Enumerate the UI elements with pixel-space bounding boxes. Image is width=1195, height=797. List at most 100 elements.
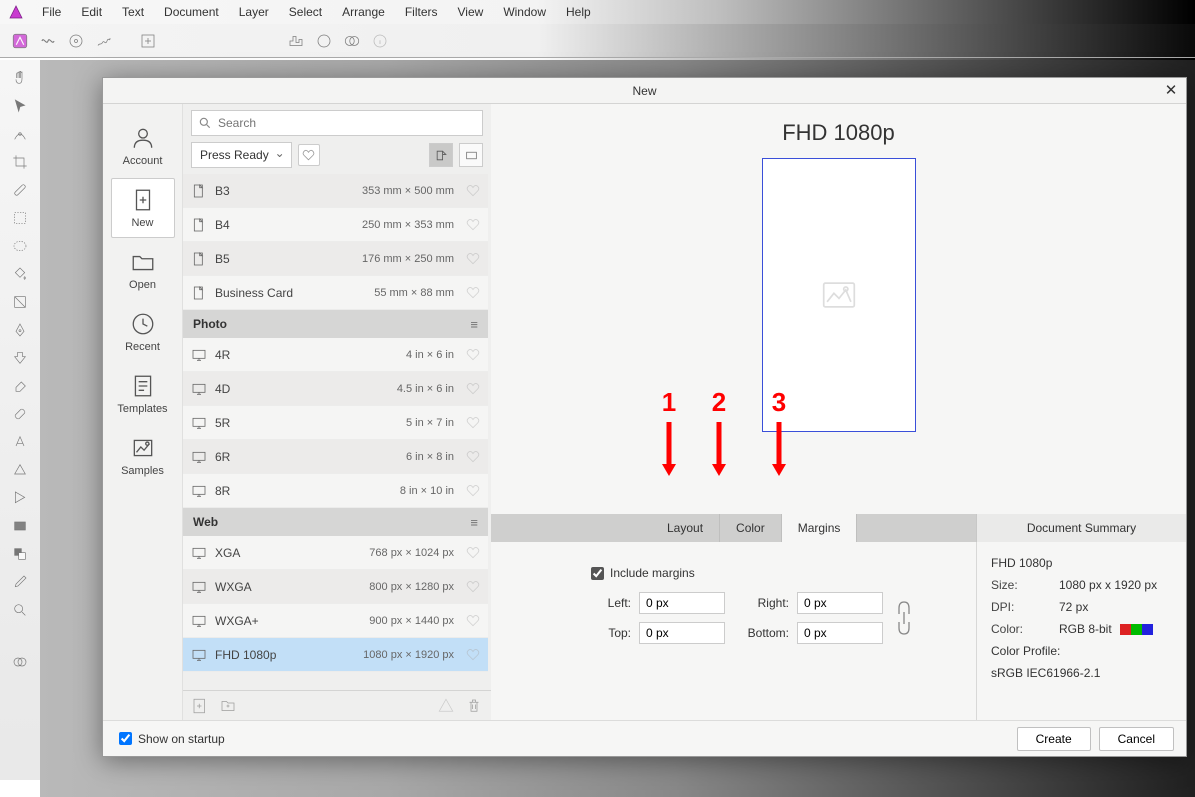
cancel-button[interactable]: Cancel xyxy=(1099,727,1174,751)
preset-item[interactable]: B3353 mm × 500 mm xyxy=(183,174,488,208)
dialog-left-nav: AccountNewOpenRecentTemplatesSamples xyxy=(103,104,183,720)
toolbar-persona-icon[interactable] xyxy=(8,29,32,53)
nav-open[interactable]: Open xyxy=(111,240,175,300)
create-button[interactable]: Create xyxy=(1017,727,1091,751)
preview-area: FHD 1080p 123 xyxy=(491,104,1186,514)
menu-select[interactable]: Select xyxy=(279,2,332,22)
toolbar-channels-icon[interactable] xyxy=(340,29,364,53)
list-view-button[interactable] xyxy=(429,143,453,167)
search-field[interactable] xyxy=(218,116,476,130)
tab-margins[interactable]: Margins xyxy=(782,514,858,542)
image-placeholder-icon xyxy=(822,281,856,309)
quickmask-icon[interactable] xyxy=(10,652,30,672)
add-category-icon[interactable] xyxy=(219,697,237,715)
section-menu-icon[interactable]: ≡ xyxy=(470,317,478,332)
hand-tool-icon[interactable] xyxy=(10,68,30,88)
preset-item[interactable]: XGA768 px × 1024 px xyxy=(183,536,488,570)
selection-tool-icon[interactable] xyxy=(10,208,30,228)
nav-account[interactable]: Account xyxy=(111,116,175,176)
grid-view-button[interactable] xyxy=(459,143,483,167)
trash-icon[interactable] xyxy=(465,697,483,715)
toolbar-info-icon[interactable] xyxy=(368,29,392,53)
toolbar-export-icon[interactable] xyxy=(136,29,160,53)
menu-file[interactable]: File xyxy=(32,2,71,22)
margin-right-input[interactable] xyxy=(797,592,883,614)
color-swatch xyxy=(1142,624,1153,635)
brush-tool-icon[interactable] xyxy=(10,180,30,200)
include-margins-checkbox[interactable] xyxy=(591,567,604,580)
preset-item[interactable]: B4250 mm × 353 mm xyxy=(183,208,488,242)
preset-item[interactable]: 5R5 in × 7 in xyxy=(183,406,488,440)
healing-tool-icon[interactable] xyxy=(10,404,30,424)
menu-layer[interactable]: Layer xyxy=(229,2,279,22)
color-tool-icon[interactable] xyxy=(10,544,30,564)
shape-tool-icon[interactable] xyxy=(10,460,30,480)
color-swatch xyxy=(1131,624,1142,635)
screen-icon xyxy=(191,483,207,499)
ellipse-select-icon[interactable] xyxy=(10,236,30,256)
preset-item[interactable]: 8R8 in × 10 in xyxy=(183,474,488,508)
preset-item[interactable]: 6R6 in × 8 in xyxy=(183,440,488,474)
menu-view[interactable]: View xyxy=(448,2,494,22)
toolbar-liquify-icon[interactable] xyxy=(36,29,60,53)
move-tool-icon[interactable] xyxy=(10,96,30,116)
preset-item[interactable]: WXGA+900 px × 1440 px xyxy=(183,604,488,638)
pen-tool-icon[interactable] xyxy=(10,320,30,340)
preset-list[interactable]: B3353 mm × 500 mmB4250 mm × 353 mmB5176 … xyxy=(183,174,491,690)
preset-item[interactable]: 4D4.5 in × 6 in xyxy=(183,372,488,406)
crop-tool-icon[interactable] xyxy=(10,152,30,172)
margin-bottom-input[interactable] xyxy=(797,622,883,644)
close-button[interactable]: ✕ xyxy=(1162,81,1180,99)
clone-tool-icon[interactable] xyxy=(10,348,30,368)
menu-window[interactable]: Window xyxy=(493,2,556,22)
warning-icon xyxy=(437,697,455,715)
menu-arrange[interactable]: Arrange xyxy=(332,2,395,22)
category-select[interactable]: Press Ready xyxy=(191,142,292,168)
menu-text[interactable]: Text xyxy=(112,2,154,22)
add-preset-icon[interactable] xyxy=(191,697,209,715)
nav-samples[interactable]: Samples xyxy=(111,426,175,486)
preset-item[interactable]: B5176 mm × 250 mm xyxy=(183,242,488,276)
gradient-tool-icon[interactable] xyxy=(10,292,30,312)
menu-document[interactable]: Document xyxy=(154,2,229,22)
show-on-startup-checkbox[interactable] xyxy=(119,732,132,745)
page-icon xyxy=(191,217,207,233)
section-header-web[interactable]: Web≡ xyxy=(183,508,488,536)
menu-edit[interactable]: Edit xyxy=(71,2,112,22)
toolbar-scope-icon[interactable] xyxy=(312,29,336,53)
nav-new[interactable]: New xyxy=(111,178,175,238)
toolbar-tone-icon[interactable] xyxy=(92,29,116,53)
nav-templates[interactable]: Templates xyxy=(111,364,175,424)
vector-tool-icon[interactable] xyxy=(10,488,30,508)
margin-left-label: Left: xyxy=(591,596,631,610)
preset-item[interactable]: 4R4 in × 6 in xyxy=(183,338,488,372)
menu-filters[interactable]: Filters xyxy=(395,2,448,22)
margin-top-input[interactable] xyxy=(639,622,725,644)
flood-tool-icon[interactable] xyxy=(10,264,30,284)
preset-item[interactable]: FHD 1080p1080 px × 1920 px xyxy=(183,638,488,672)
page-icon xyxy=(191,285,207,301)
summary-dpi: 72 px xyxy=(1059,600,1172,614)
menu-help[interactable]: Help xyxy=(556,2,601,22)
section-header-photo[interactable]: Photo≡ xyxy=(183,310,488,338)
node-tool-icon[interactable] xyxy=(10,124,30,144)
zoom-tool-icon[interactable] xyxy=(10,600,30,620)
link-margins-icon[interactable] xyxy=(891,592,917,644)
toolbar-develop-icon[interactable] xyxy=(64,29,88,53)
new-document-dialog: New ✕ AccountNewOpenRecentTemplatesSampl… xyxy=(102,77,1187,757)
search-input[interactable] xyxy=(191,110,483,136)
favorite-filter-button[interactable] xyxy=(298,144,320,166)
text-tool-icon[interactable] xyxy=(10,432,30,452)
nav-recent[interactable]: Recent xyxy=(111,302,175,362)
preset-item[interactable]: Business Card55 mm × 88 mm xyxy=(183,276,488,310)
tab-color[interactable]: Color xyxy=(720,514,782,542)
tab-layout[interactable]: Layout xyxy=(651,514,720,542)
preset-item[interactable]: WXGA800 px × 1280 px xyxy=(183,570,488,604)
eraser-tool-icon[interactable] xyxy=(10,376,30,396)
margin-left-input[interactable] xyxy=(639,592,725,614)
preset-column: Press Ready B3353 mm × 500 mmB4250 mm × … xyxy=(183,104,491,720)
section-menu-icon[interactable]: ≡ xyxy=(470,515,478,530)
rect-tool-icon[interactable] xyxy=(10,516,30,536)
toolbar-histogram-icon[interactable] xyxy=(284,29,308,53)
picker-tool-icon[interactable] xyxy=(10,572,30,592)
